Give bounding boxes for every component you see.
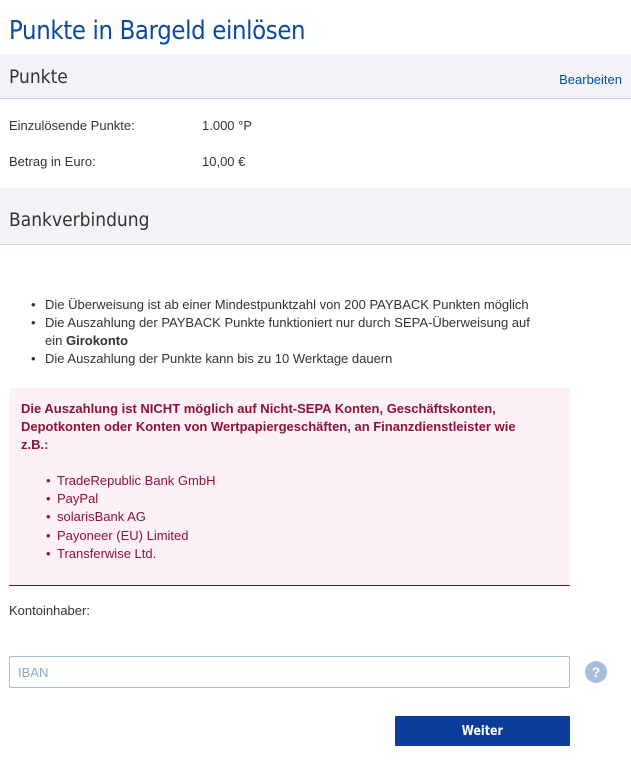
edit-link[interactable]: Bearbeiten — [559, 72, 622, 87]
question-circle-icon[interactable]: ? — [585, 661, 607, 683]
page-title: Punkte in Bargeld einlösen — [9, 16, 306, 46]
amount-label: Betrag in Euro: — [9, 154, 96, 169]
info-item-emphasis: Girokonto — [65, 333, 129, 348]
points-value: 1.000 °P — [202, 118, 253, 133]
info-item: Die Auszahlung der PAYBACK Punkte funkti… — [30, 314, 550, 350]
info-item: Die Überweisung ist ab einer Mindestpunk… — [30, 296, 550, 314]
warning-text: Die Auszahlung ist NICHT möglich auf Nic… — [21, 401, 516, 452]
info-item-text: Die Auszahlung der Punkte kann bis zu 10… — [45, 351, 393, 366]
excluded-provider-item: TradeRepublic Bank GmbH — [46, 472, 215, 490]
points-label: Einzulösende Punkte: — [9, 118, 135, 133]
warning-box: Die Auszahlung ist NICHT möglich auf Nic… — [9, 388, 570, 586]
points-section-title: Punkte — [9, 66, 68, 88]
bank-section-header: Bankverbindung — [0, 188, 631, 245]
account-holder-label: Kontoinhaber: — [9, 603, 90, 618]
excluded-provider-item: solarisBank AG — [46, 508, 215, 526]
iban-input[interactable] — [9, 656, 570, 688]
amount-value: 10,00 € — [202, 154, 246, 169]
info-item-text: Die Überweisung ist ab einer Mindestpunk… — [45, 297, 529, 312]
next-button-label: Weiter — [461, 723, 504, 739]
next-button[interactable]: Weiter — [395, 716, 570, 746]
excluded-provider-item: Transferwise Ltd. — [46, 545, 215, 563]
points-section-header: Punkte Bearbeiten — [0, 54, 631, 99]
info-item: Die Auszahlung der Punkte kann bis zu 10… — [30, 350, 550, 368]
bank-section-title: Bankverbindung — [9, 209, 150, 231]
excluded-provider-item: Payoneer (EU) Limited — [46, 527, 215, 545]
info-list: Die Überweisung ist ab einer Mindestpunk… — [30, 296, 550, 368]
excluded-providers-list: TradeRepublic Bank GmbH PayPal solarisBa… — [46, 472, 215, 563]
excluded-provider-item: PayPal — [46, 490, 215, 508]
